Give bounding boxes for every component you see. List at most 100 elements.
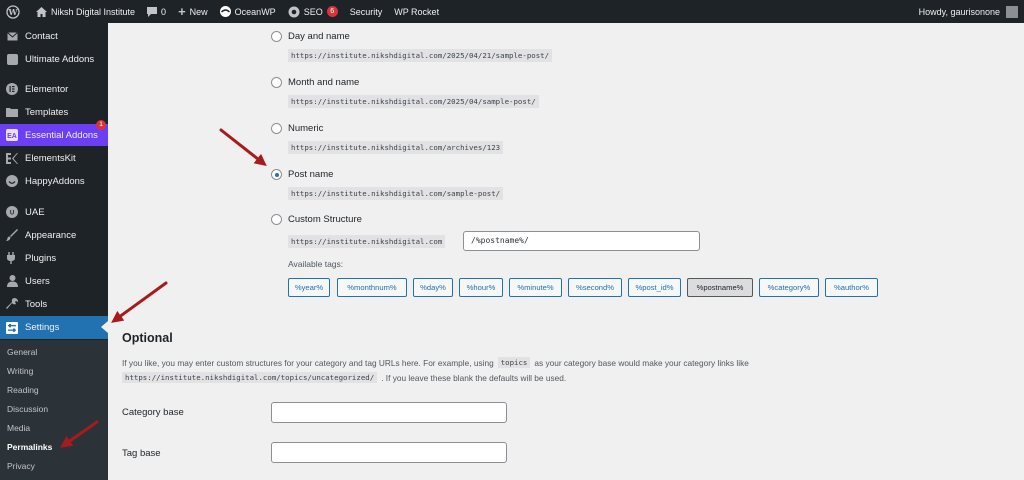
example-url: https://institute.nikshdigital.com/2025/… — [288, 49, 553, 62]
oceanwp-menu[interactable]: OceanWP — [214, 0, 282, 23]
sidebar-item-appearance[interactable]: Appearance — [0, 224, 108, 246]
category-base-label: Category base — [122, 407, 184, 418]
radio-custom-structure[interactable] — [271, 214, 282, 225]
radio-day-and-name[interactable] — [271, 31, 282, 42]
option-label: Day and name — [288, 31, 350, 42]
tag-category-button[interactable]: %category% — [759, 278, 819, 297]
oceanwp-label: OceanWP — [234, 6, 276, 17]
sidebar-item-label: Contact — [25, 30, 58, 42]
tag-monthnum-button[interactable]: %monthnum% — [337, 278, 407, 297]
sidebar-item-label: Tools — [25, 298, 48, 310]
ek-icon — [6, 152, 18, 164]
description-text: as your category base would make your ca… — [534, 357, 749, 368]
sidebar-item-happyaddons[interactable]: HappyAddons — [0, 170, 108, 192]
option-post-name[interactable]: Post name — [271, 169, 333, 180]
sidebar-item-label: HappyAddons — [25, 175, 85, 187]
sidebar-item-uae[interactable]: U UAE — [0, 201, 108, 223]
tag-base-input[interactable] — [271, 442, 507, 463]
tag-day-button[interactable]: %day% — [413, 278, 453, 297]
notification-badge: 1 — [96, 120, 106, 130]
home-icon — [36, 6, 47, 17]
security-label: Security — [349, 6, 383, 17]
settings-submenu: General Writing Reading Discussion Media… — [0, 340, 108, 480]
tag-post-id-button[interactable]: %post_id% — [628, 278, 681, 297]
submenu-item-writing[interactable]: Writing — [7, 366, 33, 376]
custom-structure-input[interactable]: /%postname%/ — [463, 231, 700, 251]
submenu-item-media[interactable]: Media — [7, 423, 30, 433]
brush-icon — [6, 229, 18, 241]
example-url: https://institute.nikshdigital.com/sampl… — [288, 187, 504, 200]
submenu-item-discussion[interactable]: Discussion — [7, 404, 48, 414]
option-label: Custom Structure — [288, 214, 362, 225]
tag-minute-button[interactable]: %minute% — [509, 278, 562, 297]
submenu-item-general[interactable]: General — [7, 347, 37, 357]
submenu-item-permalinks[interactable]: Permalinks — [7, 442, 52, 452]
site-name-link[interactable]: Niksh Digital Institute — [30, 0, 141, 23]
elementor-icon — [6, 83, 18, 95]
tag-base-label: Tag base — [122, 448, 161, 459]
sidebar-item-plugins[interactable]: Plugins — [0, 247, 108, 269]
category-base-input[interactable] — [271, 402, 507, 423]
sidebar-item-ultimate-addons[interactable]: Ultimate Addons — [0, 48, 108, 70]
tag-postname-button[interactable]: %postname% — [687, 278, 753, 297]
svg-text:EA: EA — [7, 133, 17, 140]
custom-structure-prefix: https://institute.nikshdigital.com — [288, 235, 446, 248]
user-icon — [6, 275, 18, 287]
sidebar-item-elementor[interactable]: Elementor — [0, 78, 108, 100]
radio-numeric[interactable] — [271, 123, 282, 134]
mail-icon — [6, 30, 18, 42]
svg-text:W: W — [8, 7, 19, 17]
radio-month-and-name[interactable] — [271, 77, 282, 88]
comments-link[interactable]: 0 — [141, 0, 172, 23]
security-menu[interactable]: Security — [344, 0, 389, 23]
submenu-item-reading[interactable]: Reading — [7, 385, 39, 395]
sidebar-item-label: Elementor — [25, 83, 69, 95]
option-label: Numeric — [288, 123, 324, 134]
sidebar-item-tools[interactable]: Tools — [0, 293, 108, 315]
sidebar-item-elementskit[interactable]: ElementsKit — [0, 147, 108, 169]
plug-icon — [6, 252, 18, 264]
howdy-greeting: Howdy, gaurisonone — [918, 6, 1000, 17]
sidebar-item-label: Ultimate Addons — [25, 53, 95, 65]
wordpress-logo-button[interactable]: W — [0, 0, 30, 23]
optional-section-title: Optional — [122, 331, 173, 345]
available-tags-label: Available tags: — [288, 259, 344, 269]
site-name: Niksh Digital Institute — [51, 6, 136, 17]
uae-icon: U — [6, 206, 18, 218]
option-month-and-name[interactable]: Month and name — [271, 77, 359, 88]
radio-post-name[interactable] — [271, 169, 282, 180]
seo-menu[interactable]: SEO 6 — [282, 0, 344, 23]
sidebar-item-essential-addons[interactable]: EA Essential Addons 1 — [0, 120, 108, 146]
submenu-item-privacy[interactable]: Privacy — [7, 461, 35, 471]
code-sample: https://institute.nikshdigital.com/topic… — [122, 372, 378, 383]
option-day-and-name[interactable]: Day and name — [271, 31, 350, 42]
sidebar-item-label: Templates — [25, 106, 69, 118]
option-custom-structure[interactable]: Custom Structure — [271, 214, 362, 225]
account-menu[interactable]: Howdy, gaurisonone — [918, 5, 1024, 18]
oceanwp-icon — [219, 6, 231, 17]
sidebar-item-label: Appearance — [25, 229, 77, 241]
folder-icon — [6, 106, 18, 118]
tag-year-button[interactable]: %year% — [288, 278, 330, 297]
tag-author-button[interactable]: %author% — [825, 278, 878, 297]
happy-icon — [6, 175, 18, 187]
description-text: If you like, you may enter custom struct… — [122, 357, 494, 368]
main-content: Day and name https://institute.nikshdigi… — [108, 23, 1024, 480]
sidebar-item-contact[interactable]: Contact — [0, 25, 108, 47]
new-content-button[interactable]: + New — [172, 0, 214, 23]
sidebar-item-label: Essential Addons — [25, 129, 98, 141]
avatar — [1006, 5, 1018, 18]
code-sample: topics — [497, 357, 531, 368]
sidebar-item-label: Plugins — [25, 252, 57, 264]
sidebar-item-templates[interactable]: Templates — [0, 101, 108, 123]
sidebar-item-settings[interactable]: Settings — [0, 316, 108, 339]
wrench-icon — [6, 298, 18, 310]
wp-rocket-label: WP Rocket — [394, 6, 440, 17]
svg-text:U: U — [10, 211, 14, 217]
plus-icon: + — [178, 4, 186, 19]
tag-second-button[interactable]: %second% — [568, 278, 622, 297]
option-numeric[interactable]: Numeric — [271, 123, 323, 134]
tag-hour-button[interactable]: %hour% — [459, 278, 503, 297]
sidebar-item-users[interactable]: Users — [0, 270, 108, 292]
wp-rocket-menu[interactable]: WP Rocket — [388, 0, 445, 23]
